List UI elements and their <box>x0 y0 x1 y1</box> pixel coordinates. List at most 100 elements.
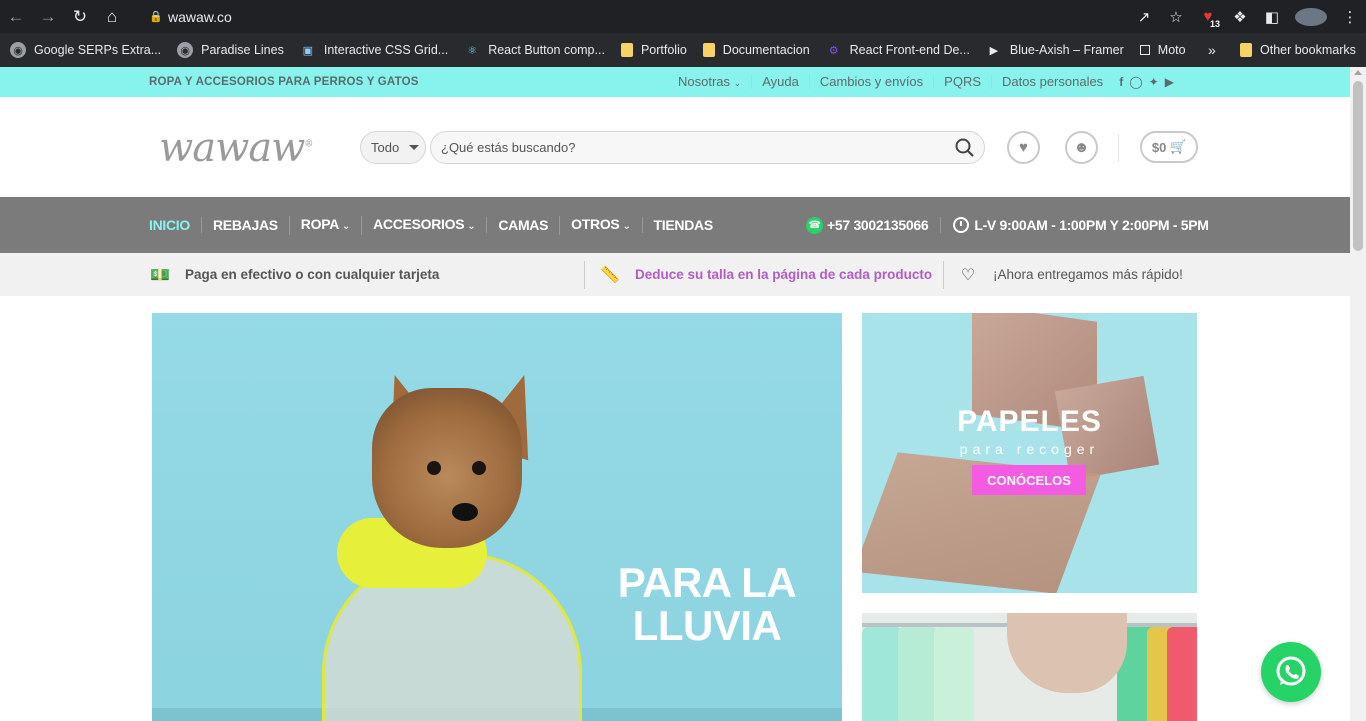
topnav-pqrs[interactable]: PQRS <box>933 75 991 89</box>
address-url[interactable]: wawaw.co <box>168 9 232 25</box>
bookmark-item[interactable]: ◉ Paradise Lines <box>177 42 284 58</box>
facebook-icon[interactable]: f <box>1119 75 1123 89</box>
topnav-label: Nosotras <box>678 73 731 89</box>
nav-ropa[interactable]: ROPA ⌄ <box>288 215 361 235</box>
globe-icon: ◉ <box>177 42 194 58</box>
kebab-menu-icon[interactable]: ⋮ <box>1334 8 1366 26</box>
bookmark-item[interactable]: ⚛ React Button comp... <box>464 42 605 58</box>
bookmark-label: Interactive CSS Grid... <box>323 43 449 57</box>
other-bookmarks[interactable]: Other bookmarks <box>1240 33 1356 67</box>
topnav-datos[interactable]: Datos personales <box>991 75 1113 89</box>
scrollbar[interactable] <box>1350 67 1366 721</box>
bookmark-item[interactable]: Moto <box>1139 43 1186 57</box>
chevron-down-icon: ⌄ <box>342 220 351 232</box>
category-select[interactable]: Todo <box>360 131 426 164</box>
topnav-cambios[interactable]: Cambios y envíos <box>808 75 933 89</box>
garment <box>862 627 902 721</box>
profile-avatar[interactable] <box>1295 7 1327 26</box>
nav-accesorios[interactable]: ACCESORIOS ⌄ <box>361 215 486 235</box>
dog-eye <box>427 461 441 475</box>
topnav-ayuda[interactable]: Ayuda <box>751 75 809 89</box>
topnav-nosotras[interactable]: Nosotras ⌄ <box>668 73 751 90</box>
forward-arrow-icon[interactable]: → <box>32 0 64 33</box>
site-logo[interactable]: wawaw® <box>159 125 313 171</box>
react-icon: ⚛ <box>467 44 478 57</box>
promo-papeles[interactable]: PAPELES para recoger CONÓCELOS <box>862 313 1197 593</box>
twitter-icon[interactable]: ✦ <box>1149 75 1159 89</box>
garment <box>1167 627 1197 721</box>
ruler-icon: 📏 <box>600 266 620 284</box>
hero-banner-lluvia[interactable]: PARA LA LLUVIA <box>152 313 842 721</box>
cart-button[interactable]: $0 🛒 <box>1140 131 1198 163</box>
bookmark-item[interactable]: ◉ Google SERPs Extra... <box>10 42 161 58</box>
benefit-size[interactable]: 📏 Deduce su talla en la página de cada pr… <box>599 253 932 296</box>
home-icon[interactable]: ⌂ <box>96 0 128 33</box>
caret-down-icon <box>409 145 420 150</box>
scrollbar-thumb[interactable] <box>1353 81 1363 251</box>
benefit-divider <box>584 261 585 289</box>
benefit-divider <box>943 261 944 289</box>
main-nav-items: INICIO REBAJAS ROPA ⌄ ACCESORIOS ⌄ CAMAS O… <box>149 197 724 253</box>
chevron-down-icon: ⌄ <box>467 220 476 232</box>
cube-icon: ▣ <box>302 44 314 57</box>
scroll-up-icon[interactable] <box>1354 70 1362 75</box>
heart-icon: ♡ <box>960 266 976 284</box>
nav-label: ACCESORIOS <box>373 215 465 232</box>
top-bar: ROPA Y ACCESORIOS PARA PERROS Y GATOS No… <box>0 67 1350 97</box>
instagram-icon[interactable]: ◯ <box>1129 75 1142 89</box>
bookmarks-overflow-icon[interactable]: » <box>1208 33 1216 67</box>
whatsapp-chat-button[interactable] <box>1261 642 1321 702</box>
nav-inicio[interactable]: INICIO <box>149 217 201 233</box>
share-icon[interactable]: ↗ <box>1128 8 1160 26</box>
address-bar[interactable]: 🔒 wawaw.co <box>140 4 1202 29</box>
nav-label: OTROS <box>571 215 620 232</box>
nav-label: ROPA <box>300 215 340 232</box>
nav-camas[interactable]: CAMAS <box>486 217 559 233</box>
hero-title: PARA LA LLUVIA <box>572 561 842 647</box>
conocelos-button[interactable]: CONÓCELOS <box>972 465 1086 495</box>
bookmark-item[interactable]: ⚙ React Front-end De... <box>826 42 970 58</box>
nav-tiendas[interactable]: TIENDAS <box>641 217 724 233</box>
chevron-down-icon: ⌄ <box>733 77 742 88</box>
nav-otros[interactable]: OTROS ⌄ <box>559 215 641 235</box>
account-button[interactable]: ☻ <box>1065 131 1098 164</box>
promo-title: PAPELES <box>957 405 1102 438</box>
bookmarks-bar: ◉ Google SERPs Extra... ◉ Paradise Lines ▣… <box>0 33 1366 67</box>
chevron-down-icon: ⌄ <box>622 220 631 232</box>
hero-title-line: LLUVIA <box>632 602 782 649</box>
folder-icon <box>620 43 633 57</box>
tagline: ROPA Y ACCESORIOS PARA PERROS Y GATOS <box>149 76 419 88</box>
extension-icon[interactable]: ♥ 13 <box>1192 8 1224 29</box>
bookmark-label: React Button comp... <box>488 43 605 57</box>
garment <box>898 627 938 721</box>
user-icon: ☻ <box>1073 139 1090 156</box>
bookmark-item[interactable]: ▣ Interactive CSS Grid... <box>300 42 449 58</box>
puzzle-icon[interactable]: ❖ <box>1224 8 1256 26</box>
hero-title-line: PARA LA <box>617 559 797 606</box>
whatsapp-icon: ☎ <box>806 216 823 234</box>
phone-number[interactable]: +57 3002135066 <box>827 217 929 233</box>
folder-icon <box>702 43 715 57</box>
bookmark-item[interactable]: Documentacion <box>702 43 810 57</box>
nav-rebajas[interactable]: REBAJAS <box>200 217 289 233</box>
search-icon[interactable] <box>954 137 976 159</box>
globe-icon: ◉ <box>10 42 26 58</box>
bookmark-item[interactable]: ▶ Blue-Axish – Framer <box>986 42 1124 58</box>
cart-total: $0 <box>1151 139 1167 155</box>
logo-text: wawaw <box>159 125 305 171</box>
cash-icon: 💵 <box>150 266 170 284</box>
business-hours: L-V 9:00AM - 1:00PM Y 2:00PM - 5PM <box>974 217 1209 233</box>
framer-icon: ▶ <box>989 44 999 57</box>
back-arrow-icon[interactable]: ← <box>0 0 32 33</box>
bookmark-item[interactable]: Portfolio <box>620 43 687 57</box>
wishlist-button[interactable]: ♥ <box>1007 131 1040 164</box>
promo-clothes[interactable] <box>862 613 1197 721</box>
search-input[interactable] <box>441 140 941 155</box>
youtube-icon[interactable]: ▶ <box>1165 75 1174 89</box>
contact-info: ☎ +57 3002135066 L-V 9:00AM - 1:00PM Y 2… <box>806 197 1209 253</box>
star-icon[interactable]: ☆ <box>1160 8 1192 26</box>
browser-actions: ↗ ☆ ♥ 13 ❖ ◧ ⋮ <box>1128 4 1366 29</box>
sidepanel-icon[interactable]: ◧ <box>1256 8 1288 26</box>
reload-icon[interactable]: ↻ <box>64 0 96 33</box>
benefit-label: ¡Ahora entregamos más rápido! <box>993 267 1183 282</box>
